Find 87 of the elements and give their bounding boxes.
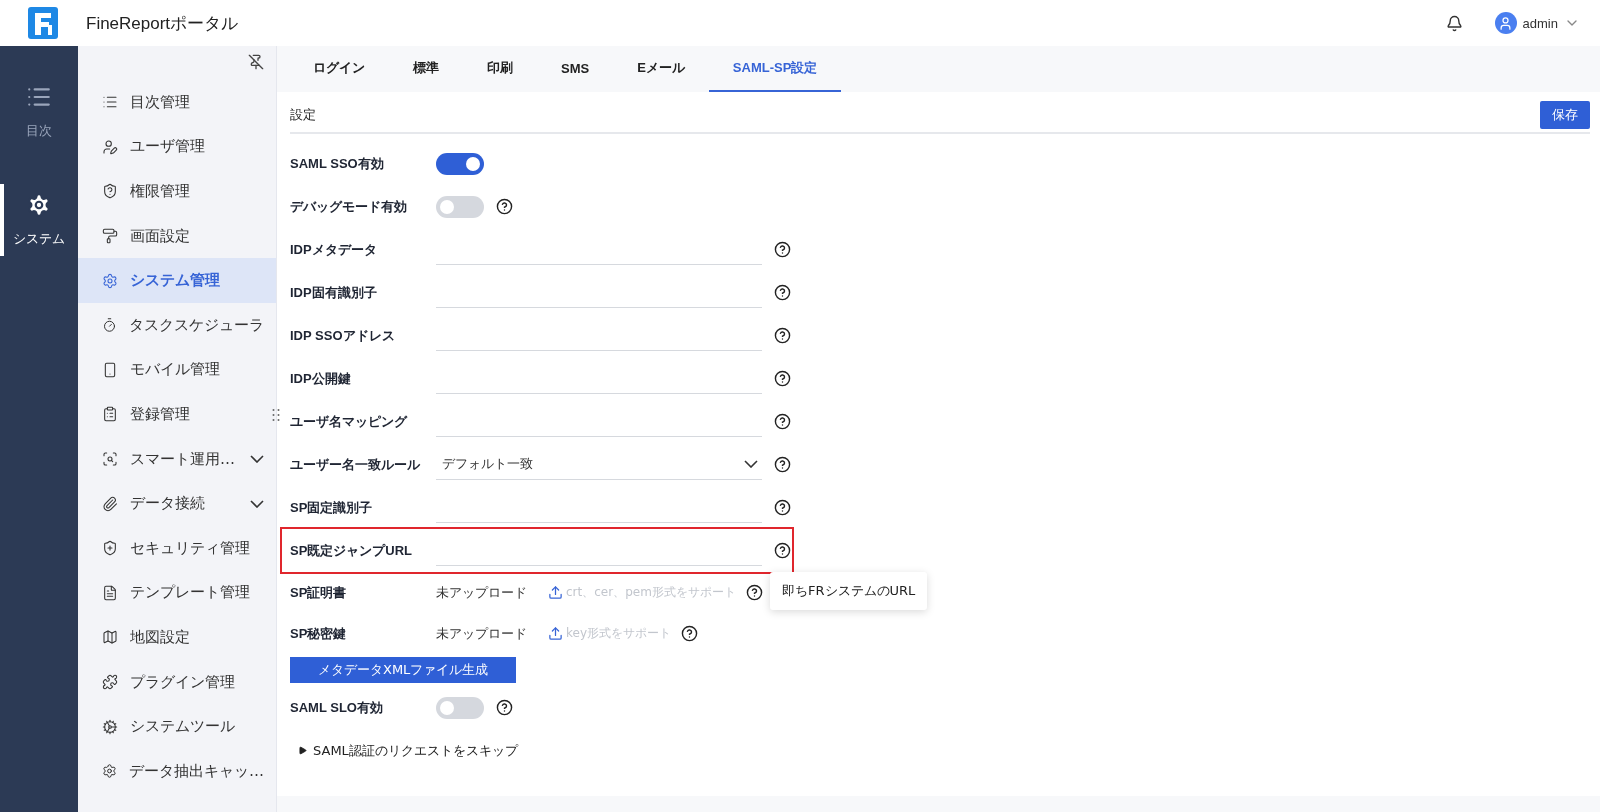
user-icon — [102, 138, 118, 155]
sidebar-item[interactable]: システムツール — [78, 704, 276, 749]
user-name[interactable]: admin — [1522, 15, 1558, 31]
phone-icon — [102, 361, 118, 378]
upload-icon — [548, 626, 563, 641]
tab[interactable]: ログイン — [289, 46, 389, 92]
sidebar-item[interactable]: 登録管理 — [78, 392, 276, 437]
toggle-switch[interactable] — [436, 696, 484, 719]
sidebar-item[interactable]: テンプレート管理 — [78, 570, 276, 616]
timer-icon — [102, 317, 117, 334]
upload-status: 未アップロード — [436, 583, 528, 602]
select-field[interactable]: デフォルト一致 — [436, 449, 762, 480]
sidebar-item[interactable]: 画面設定 — [78, 213, 276, 259]
help-icon[interactable] — [745, 584, 763, 601]
chevron-down-icon — [744, 460, 758, 468]
sidebar-item[interactable]: セキュリティ管理 — [78, 525, 276, 571]
field-label: デバッグモード有効 — [290, 197, 408, 216]
shield-icon — [102, 540, 118, 557]
sidebar-item[interactable]: 目次管理 — [78, 80, 276, 125]
select-value: デフォルト一致 — [442, 455, 533, 473]
help-icon[interactable] — [774, 542, 791, 559]
shield-icon — [102, 183, 118, 200]
field-label: ユーザー名一致ルール — [290, 455, 421, 474]
help-icon[interactable] — [496, 699, 513, 716]
rail-item[interactable]: 目次 — [0, 76, 78, 148]
sidebar-item[interactable]: ユーザ管理 — [78, 124, 276, 170]
sidebar-item[interactable]: モバイル管理 — [78, 347, 276, 393]
gear-icon — [102, 763, 117, 780]
app-title: FineReportポータル — [86, 12, 239, 35]
field-label: SAML SLO有効 — [290, 698, 384, 717]
section-title: 設定 — [290, 106, 316, 124]
field-label: IDP公開鍵 — [290, 369, 352, 388]
sidebar-item[interactable]: プラグイン管理 — [78, 659, 276, 705]
field-label: IDPメタデータ — [290, 240, 378, 259]
toggle-switch[interactable] — [436, 152, 484, 175]
help-icon[interactable] — [774, 327, 791, 344]
sidebar-item[interactable]: システム管理 — [78, 258, 276, 303]
help-icon[interactable] — [681, 625, 698, 642]
generate-button[interactable]: メタデータXMLファイル生成 — [290, 657, 517, 683]
sidebar-item[interactable]: スマート運用… — [78, 436, 276, 482]
help-icon[interactable] — [774, 413, 791, 430]
field-label: IDP固有識別子 — [290, 283, 378, 302]
chevron-down-icon — [250, 455, 264, 464]
field-label: IDP SSOアドレス — [290, 326, 396, 345]
field-label: SAML SSO有効 — [290, 154, 385, 173]
gear-icon — [102, 718, 118, 735]
sidebar-item[interactable]: データ抽出キャッ… — [78, 748, 276, 794]
sidebar-item[interactable]: 地図設定 — [78, 615, 276, 660]
puzzle-icon — [102, 674, 118, 690]
collapse-toggle[interactable]: SAML認証のリクエストをスキップ — [298, 741, 518, 760]
document-icon — [102, 584, 118, 601]
field-label: SP証明書 — [290, 583, 348, 602]
tab[interactable]: Eメール — [613, 46, 709, 92]
help-icon[interactable] — [774, 241, 791, 258]
bell-icon[interactable] — [1445, 14, 1463, 32]
tab[interactable]: 標準 — [389, 46, 463, 92]
sidebar-item[interactable]: データ接続 — [78, 481, 276, 526]
tab[interactable]: SMS — [537, 46, 614, 92]
help-icon[interactable] — [774, 499, 791, 516]
sidebar-item[interactable]: 権限管理 — [78, 169, 276, 214]
help-icon[interactable] — [774, 456, 791, 473]
field-label: SP既定ジャンプURL — [290, 541, 414, 560]
rail-item[interactable]: システム — [0, 184, 78, 256]
map-icon — [102, 629, 118, 646]
sidebar-item[interactable]: タスクスケジューラ — [78, 302, 276, 348]
field-label: SP固定識別子 — [290, 498, 374, 517]
paperclip-icon — [102, 495, 118, 512]
logo-icon — [28, 7, 58, 39]
paint-roller-icon — [102, 228, 118, 245]
tooltip: 即ちFRシステムのURL — [770, 572, 928, 610]
gear-icon — [102, 272, 118, 289]
chevron-down-icon — [250, 499, 264, 508]
field-label: ユーザ名マッピング — [290, 412, 409, 431]
tab[interactable]: 印刷 — [463, 46, 537, 92]
upload-status: 未アップロード — [436, 624, 528, 643]
scan-icon — [102, 451, 118, 468]
clipboard-icon — [102, 406, 118, 423]
caret-icon — [298, 746, 307, 755]
help-icon[interactable] — [496, 198, 513, 215]
upload-icon — [548, 585, 563, 600]
save-button[interactable]: 保存 — [1540, 101, 1590, 129]
pin-icon[interactable] — [248, 54, 264, 70]
help-icon[interactable] — [774, 284, 791, 301]
toggle-switch[interactable] — [436, 195, 484, 218]
field-label: SP秘密鍵 — [290, 624, 348, 643]
help-icon[interactable] — [774, 370, 791, 387]
avatar[interactable] — [1494, 12, 1517, 34]
